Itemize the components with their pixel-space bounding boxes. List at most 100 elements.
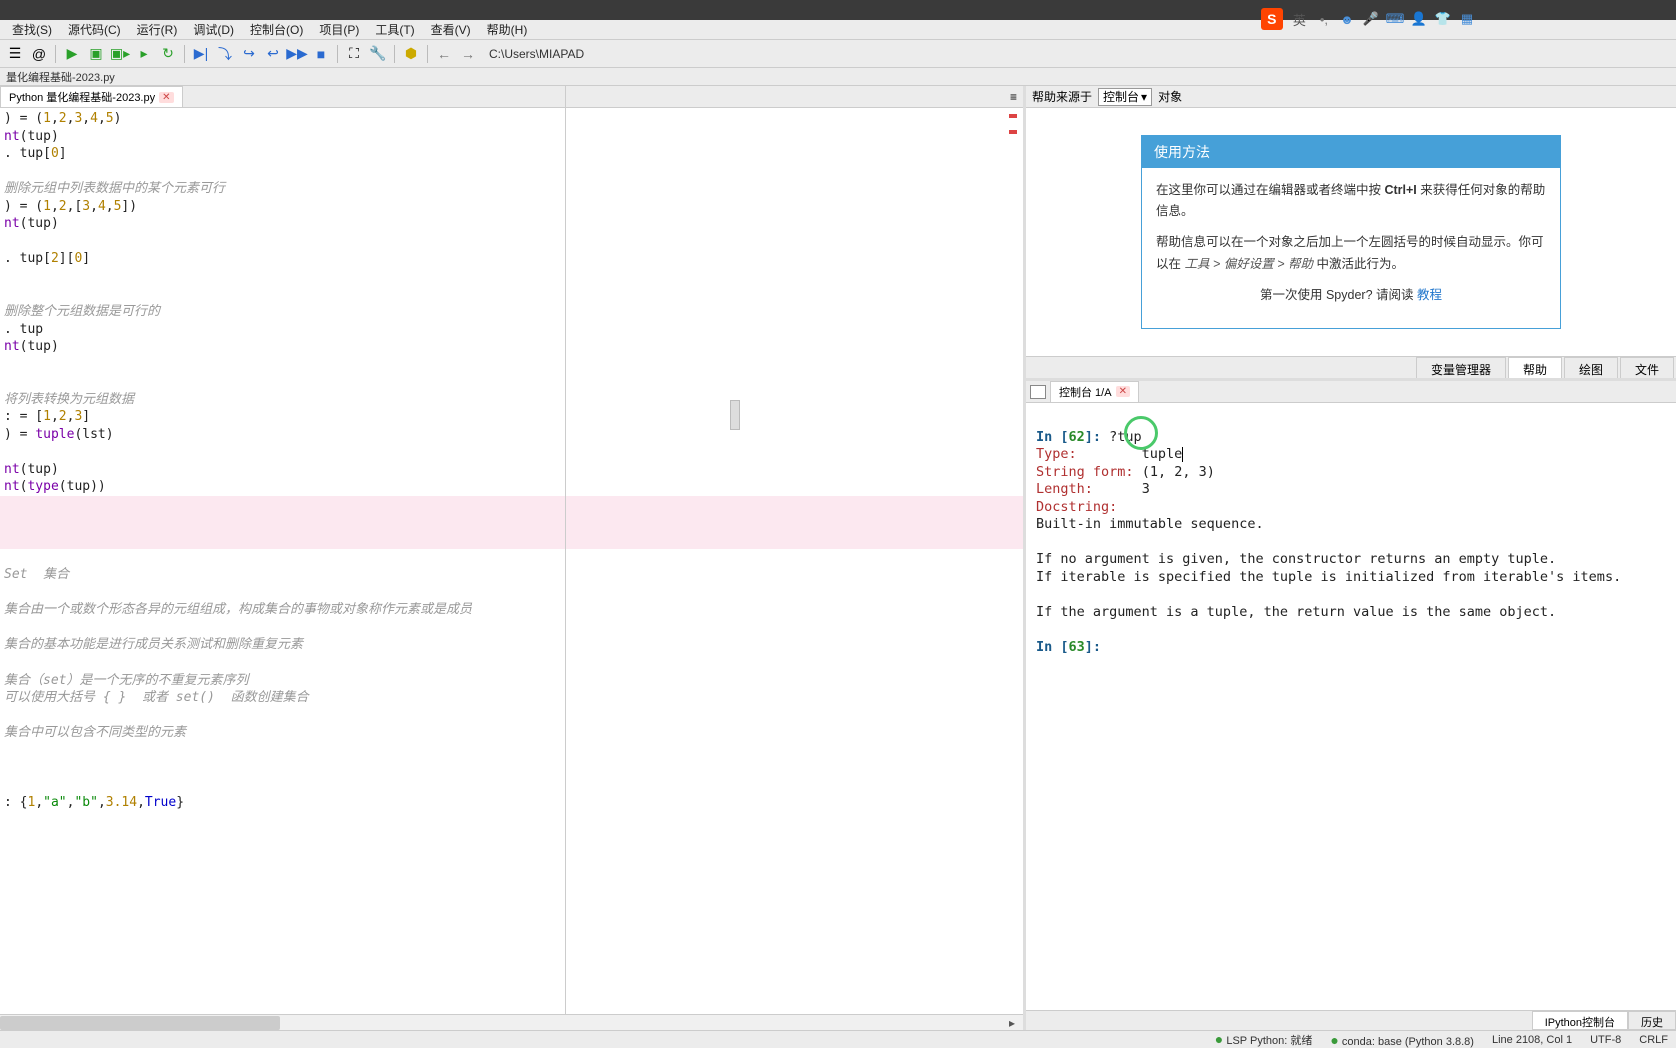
- doc-line-2: If no argument is given, the constructor…: [1036, 551, 1556, 567]
- run-cell-icon[interactable]: ▣: [85, 43, 107, 65]
- tutorial-link[interactable]: 教程: [1417, 288, 1442, 302]
- tab-history[interactable]: 历史: [1628, 1011, 1676, 1030]
- run-cell-advance-icon[interactable]: ▣▸: [109, 43, 131, 65]
- chevron-down-icon: ▾: [1141, 90, 1147, 104]
- ime-grid-icon[interactable]: ▦: [1458, 10, 1476, 28]
- ime-mic-icon[interactable]: 🎤: [1362, 10, 1380, 28]
- toolbar-sep-2: [184, 45, 185, 63]
- tab-help[interactable]: 帮助: [1508, 357, 1562, 378]
- scroll-right-icon[interactable]: ▸: [1009, 1016, 1015, 1030]
- ime-keyboard-icon[interactable]: ⌨: [1386, 10, 1404, 28]
- ime-emoji-icon[interactable]: ☻: [1338, 10, 1356, 28]
- editor-hscroll-thumb[interactable]: [0, 1016, 280, 1030]
- help-card-footer: 第一次使用 Spyder? 请阅读 教程: [1156, 275, 1546, 316]
- menu-view[interactable]: 查看(V): [423, 19, 479, 40]
- right-panel: 帮助来源于 控制台 ▾ 对象 使用方法 在这里你可以通过在编辑器或者终端中按 C…: [1026, 86, 1676, 1030]
- stop-debug-icon[interactable]: ■: [310, 43, 332, 65]
- stringform-value: (1, 2, 3): [1142, 464, 1215, 480]
- sogou-icon[interactable]: S: [1261, 8, 1283, 30]
- tab-ipython-console[interactable]: IPython控制台: [1532, 1011, 1628, 1030]
- stringform-label: String form:: [1036, 464, 1134, 480]
- tab-menu-icon[interactable]: ≡: [1004, 90, 1023, 104]
- help-footer-text: 第一次使用 Spyder? 请阅读: [1260, 288, 1417, 302]
- python-path-icon[interactable]: ⬢: [400, 43, 422, 65]
- menu-run[interactable]: 运行(R): [129, 19, 186, 40]
- run-icon[interactable]: ▶: [61, 43, 83, 65]
- console-content[interactable]: In [62]: ?tup Type: tuple String form: (…: [1026, 403, 1676, 1010]
- toolbar-sep-5: [427, 45, 428, 63]
- menu-console[interactable]: 控制台(O): [242, 19, 311, 40]
- editor-tab-bar: Python 量化编程基础-2023.py ✕ ≡: [0, 86, 1023, 108]
- console-tab[interactable]: 控制台 1/A ✕: [1050, 381, 1139, 403]
- help-body: 使用方法 在这里你可以通过在编辑器或者终端中按 Ctrl+I 来获得任何对象的帮…: [1026, 108, 1676, 356]
- titlebar-text-1: [8, 3, 11, 17]
- editor-tab[interactable]: Python 量化编程基础-2023.py ✕: [0, 86, 183, 107]
- help-source-label: 帮助来源于: [1032, 88, 1092, 105]
- tab-files[interactable]: 文件: [1620, 357, 1674, 378]
- console-tab-prev-icon[interactable]: [1030, 385, 1046, 399]
- type-label: Type:: [1036, 446, 1077, 462]
- toolbar-sep-1: [55, 45, 56, 63]
- maximize-icon[interactable]: ⛶: [343, 43, 365, 65]
- debug-icon[interactable]: ▶|: [190, 43, 212, 65]
- forward-icon[interactable]: →: [457, 43, 479, 65]
- ime-lang[interactable]: 英: [1293, 10, 1306, 29]
- editor-content[interactable]: ) = (1,2,3,4,5)nt(tup). tup[0] 删除元组中列表数据…: [0, 108, 1023, 1030]
- settings-icon[interactable]: 🔧: [367, 43, 389, 65]
- console-cmd: ?tup: [1109, 429, 1142, 445]
- step-over-icon[interactable]: ⤵: [214, 43, 236, 65]
- conda-status-dot: ●: [1330, 1032, 1338, 1048]
- step-into-icon[interactable]: ↪: [238, 43, 260, 65]
- rerun-icon[interactable]: ↻: [157, 43, 179, 65]
- tab-plots[interactable]: 绘图: [1564, 357, 1618, 378]
- editor-tab-label: Python 量化编程基础-2023.py: [9, 89, 155, 105]
- console-tab-bar: 控制台 1/A ✕: [1026, 381, 1676, 403]
- menu-source[interactable]: 源代码(C): [60, 19, 129, 40]
- help-toolbar: 帮助来源于 控制台 ▾ 对象: [1026, 86, 1676, 108]
- status-encoding: UTF-8: [1590, 1034, 1621, 1046]
- tab-variable-explorer[interactable]: 变量管理器: [1416, 357, 1506, 378]
- ime-user-icon[interactable]: 👤: [1410, 10, 1428, 28]
- help-p2b: 中激活此行为。: [1313, 257, 1404, 271]
- menu-project[interactable]: 项目(P): [311, 19, 367, 40]
- length-value: 3: [1142, 481, 1150, 497]
- close-icon[interactable]: ✕: [159, 92, 173, 103]
- editor-split-line: [565, 86, 566, 1030]
- back-icon[interactable]: ←: [433, 43, 455, 65]
- docstring-label: Docstring:: [1036, 499, 1117, 515]
- menu-debug[interactable]: 调试(D): [185, 19, 242, 40]
- help-p1a: 在这里你可以通过在编辑器或者终端中按: [1156, 183, 1384, 197]
- continue-icon[interactable]: ▶▶: [286, 43, 308, 65]
- status-position: Line 2108, Col 1: [1492, 1034, 1572, 1046]
- console-tab-label: 控制台 1/A: [1059, 384, 1112, 400]
- ime-overlay: S 英 •, ☻ 🎤 ⌨ 👤 👕 ▦: [1261, 8, 1476, 30]
- outline-icon[interactable]: ☰: [4, 43, 26, 65]
- run-selection-icon[interactable]: ▸: [133, 43, 155, 65]
- help-card-body: 在这里你可以通过在编辑器或者终端中按 Ctrl+I 来获得任何对象的帮助信息。 …: [1142, 168, 1560, 328]
- lsp-status-dot: ●: [1215, 1031, 1223, 1047]
- menu-help[interactable]: 帮助(H): [479, 19, 536, 40]
- status-eol: CRLF: [1639, 1034, 1668, 1046]
- doc-line-3: If iterable is specified the tuple is in…: [1036, 569, 1621, 585]
- editor-hscroll[interactable]: ▸: [0, 1014, 1023, 1030]
- code-marker-2: [1009, 130, 1017, 134]
- help-source-select[interactable]: 控制台 ▾: [1098, 88, 1152, 106]
- type-value: tuple: [1142, 446, 1183, 462]
- text-cursor: [1182, 447, 1183, 462]
- status-bar: ● LSP Python: 就绪 ● conda: base (Python 3…: [0, 1030, 1676, 1048]
- panel-splitter[interactable]: [730, 400, 740, 430]
- step-out-icon[interactable]: ↩: [262, 43, 284, 65]
- close-icon[interactable]: ✕: [1116, 386, 1130, 397]
- main-area: Python 量化编程基础-2023.py ✕ ≡ ) = (1,2,3,4,5…: [0, 86, 1676, 1030]
- help-card-title: 使用方法: [1142, 136, 1560, 168]
- at-icon[interactable]: @: [28, 43, 50, 65]
- ime-dot: •,: [1320, 12, 1328, 27]
- menu-tools[interactable]: 工具(T): [367, 19, 422, 40]
- code-marker-1: [1009, 114, 1017, 118]
- ime-shirt-icon[interactable]: 👕: [1434, 10, 1452, 28]
- help-object-label: 对象: [1158, 88, 1182, 105]
- help-p1-key: Ctrl+I: [1384, 183, 1416, 197]
- help-p2-path: 工具 > 偏好设置 > 帮助: [1184, 257, 1313, 271]
- console-bottom-tabs: IPython控制台 历史: [1026, 1010, 1676, 1030]
- menu-find[interactable]: 查找(S): [4, 19, 60, 40]
